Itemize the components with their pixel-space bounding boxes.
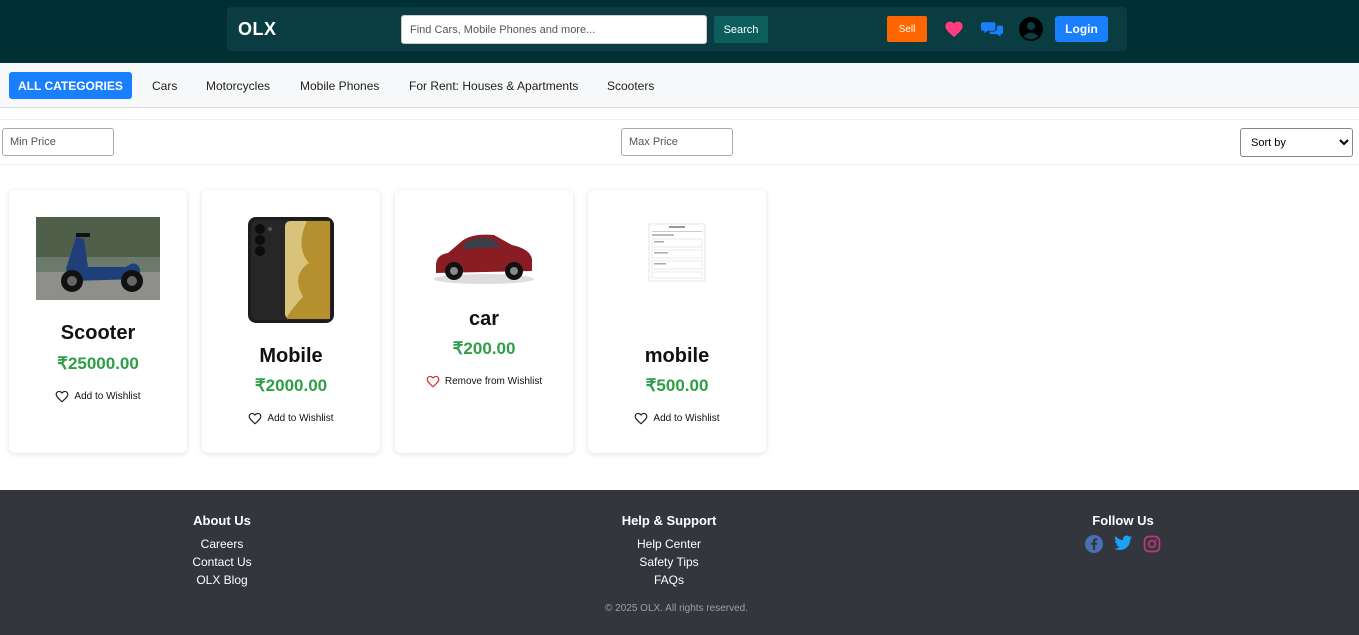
wishlist-toggle[interactable]: Add to Wishlist — [588, 412, 766, 425]
login-button[interactable]: Login — [1055, 16, 1108, 42]
category-scooters[interactable]: Scooters — [607, 79, 654, 93]
wishlist-toggle[interactable]: Add to Wishlist — [9, 390, 187, 403]
wishlist-label: Add to Wishlist — [267, 413, 334, 424]
car-image — [395, 225, 573, 285]
copyright: © 2025 OLX. All rights reserved. — [605, 603, 748, 614]
heart-outline-icon — [249, 412, 262, 425]
heart-outline-icon — [635, 412, 648, 425]
chat-icon[interactable] — [980, 17, 1004, 41]
wishlist-label: Add to Wishlist — [653, 413, 720, 424]
product-card[interactable]: car ₹200.00 Remove from Wishlist — [395, 190, 573, 453]
category-motorcycles[interactable]: Motorcycles — [206, 79, 270, 93]
document-image — [588, 223, 766, 283]
category-cars[interactable]: Cars — [152, 79, 177, 93]
heart-icon[interactable] — [942, 17, 966, 41]
heart-outline-icon — [426, 375, 440, 388]
footer: About Us Careers Contact Us OLX Blog Hel… — [0, 490, 1359, 635]
phone-image — [202, 217, 380, 323]
footer-link-blog[interactable]: OLX Blog — [172, 571, 272, 589]
product-title[interactable]: Scooter — [9, 322, 187, 345]
facebook-icon[interactable] — [1085, 535, 1103, 553]
wishlist-toggle[interactable]: Remove from Wishlist — [395, 375, 573, 388]
product-price: ₹2000.00 — [254, 376, 328, 395]
social-links — [1073, 535, 1173, 553]
header-bar: OLX Search Sell Login — [0, 0, 1359, 63]
wishlist-toggle[interactable]: Add to Wishlist — [202, 412, 380, 425]
product-price: ₹25000.00 — [57, 354, 139, 373]
heart-outline-icon — [56, 390, 69, 403]
wishlist-label: Remove from Wishlist — [444, 376, 543, 387]
footer-link-faqs[interactable]: FAQs — [604, 571, 734, 589]
product-card[interactable]: Mobile ₹2000.00 Add to Wishlist — [202, 190, 380, 453]
footer-about-title: About Us — [193, 513, 251, 528]
footer-help-title: Help & Support — [621, 513, 717, 528]
footer-link-contact[interactable]: Contact Us — [172, 553, 272, 571]
footer-help: Help & Support Help Center Safety Tips F… — [604, 513, 734, 589]
footer-follow-title: Follow Us — [1092, 513, 1154, 528]
footer-about: About Us Careers Contact Us OLX Blog — [172, 513, 272, 589]
product-title[interactable]: car — [395, 308, 573, 331]
sell-button[interactable]: Sell — [887, 16, 927, 42]
product-title[interactable]: Mobile — [202, 345, 380, 368]
footer-link-safety[interactable]: Safety Tips — [604, 553, 734, 571]
filter-bar: Sort by — [0, 119, 1359, 165]
footer-follow: Follow Us — [1073, 513, 1173, 553]
product-card[interactable]: Scooter ₹25000.00 Add to Wishlist — [9, 190, 187, 453]
footer-link-careers[interactable]: Careers — [172, 535, 272, 553]
logo[interactable]: OLX — [238, 19, 277, 40]
category-for-rent[interactable]: For Rent: Houses & Apartments — [409, 79, 578, 93]
product-price: ₹200.00 — [452, 339, 516, 358]
product-card[interactable]: mobile ₹500.00 Add to Wishlist — [588, 190, 766, 453]
product-price: ₹500.00 — [645, 376, 709, 395]
sort-select[interactable]: Sort by — [1240, 128, 1353, 157]
instagram-icon[interactable] — [1143, 535, 1161, 553]
max-price-input[interactable] — [621, 128, 733, 156]
search-input[interactable] — [401, 15, 707, 44]
header-inner: OLX Search Sell Login — [227, 7, 1127, 51]
user-icon[interactable] — [1019, 17, 1043, 41]
all-categories-button[interactable]: ALL CATEGORIES — [9, 72, 132, 99]
category-mobile-phones[interactable]: Mobile Phones — [300, 79, 379, 93]
footer-link-help-center[interactable]: Help Center — [604, 535, 734, 553]
search-button[interactable]: Search — [714, 16, 768, 43]
min-price-input[interactable] — [2, 128, 114, 156]
wishlist-label: Add to Wishlist — [74, 391, 141, 402]
product-title[interactable]: mobile — [588, 345, 766, 368]
twitter-icon[interactable] — [1114, 535, 1132, 551]
category-bar: ALL CATEGORIES Cars Motorcycles Mobile P… — [0, 63, 1359, 108]
scooter-image — [9, 217, 187, 300]
